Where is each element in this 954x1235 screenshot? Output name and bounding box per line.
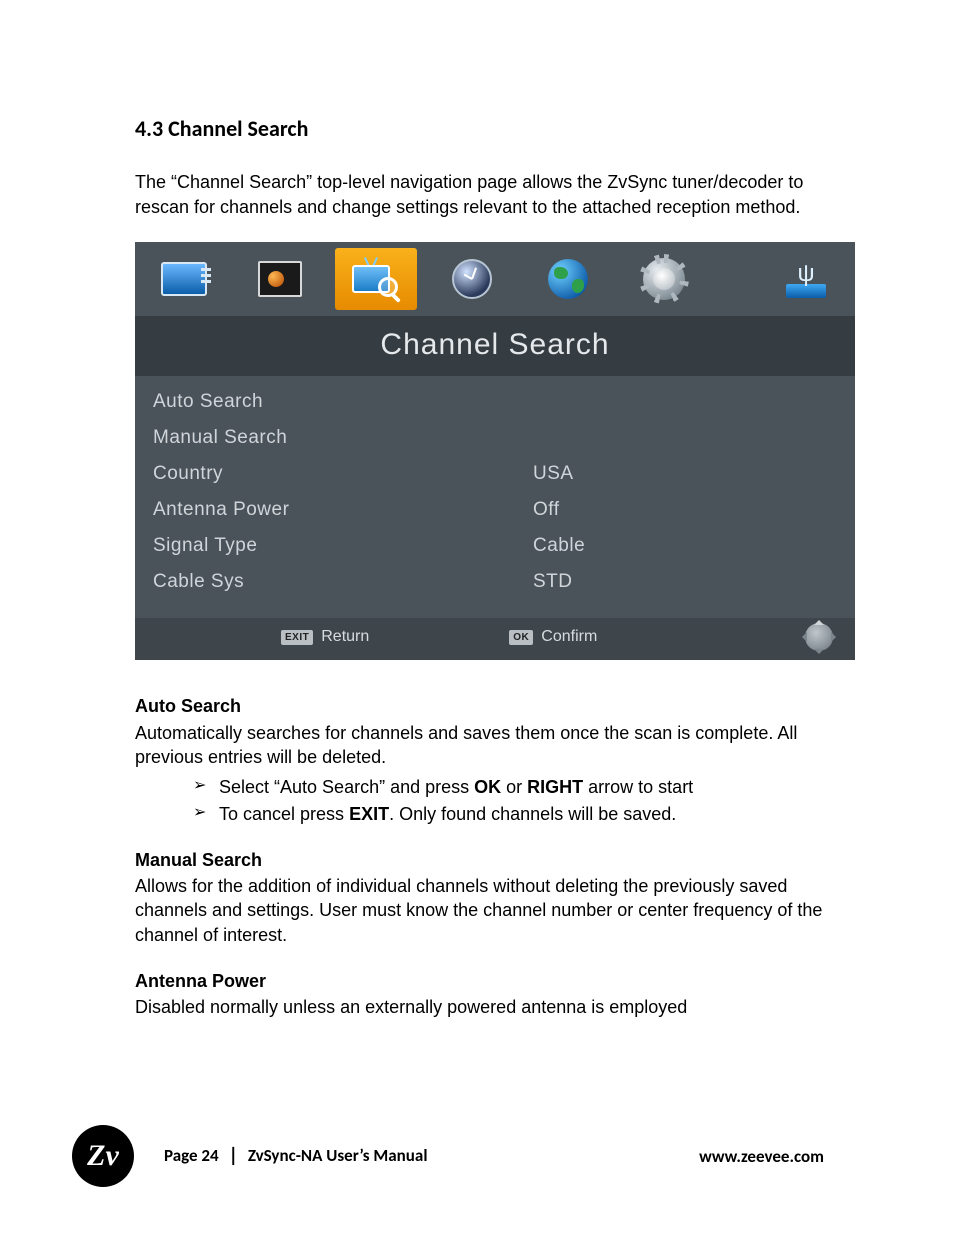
osd-nav-bar: ψ <box>135 242 855 316</box>
clock-icon <box>444 256 500 302</box>
osd-screenshot: ψ Channel Search Auto Search Manual Sear… <box>135 242 855 660</box>
menu-value <box>533 427 837 449</box>
text: Select “Auto Search” and press <box>219 777 474 797</box>
text: To cancel press <box>219 804 349 824</box>
hint-confirm-label: Confirm <box>541 628 597 646</box>
text: . Only found channels will be saved. <box>389 804 676 824</box>
nav-tile-globe[interactable] <box>527 248 609 310</box>
text: or <box>501 777 527 797</box>
intro-paragraph: The “Channel Search” top-level navigatio… <box>135 170 824 220</box>
page-number: Page 24 <box>164 1145 219 1166</box>
menu-label: Auto Search <box>153 391 533 413</box>
menu-item-country[interactable]: Country USA <box>153 456 837 492</box>
subsection-body: Allows for the addition of individual ch… <box>135 874 824 947</box>
image-icon <box>252 256 308 302</box>
text-bold: RIGHT <box>527 777 583 797</box>
menu-value: Cable <box>533 535 837 557</box>
section-antenna-power: Antenna Power Disabled normally unless a… <box>135 969 824 1020</box>
osd-title: Channel Search <box>135 316 855 376</box>
menu-label: Country <box>153 463 533 485</box>
menu-label: Signal Type <box>153 535 533 557</box>
bullet-list: Select “Auto Search” and press OK or RIG… <box>193 775 824 826</box>
osd-menu: Auto Search Manual Search Country USA An… <box>135 376 855 618</box>
section-heading: 4.3 Channel Search <box>135 115 824 142</box>
section-manual-search: Manual Search Allows for the addition of… <box>135 848 824 947</box>
menu-label: Manual Search <box>153 427 533 449</box>
menu-item-antenna-power[interactable]: Antenna Power Off <box>153 492 837 528</box>
zv-logo: Zv <box>72 1125 134 1187</box>
subsection-heading: Antenna Power <box>135 969 824 993</box>
text-bold: EXIT <box>349 804 389 824</box>
gear-icon <box>636 256 692 302</box>
subsection-heading: Manual Search <box>135 848 824 872</box>
nav-tile-settings[interactable] <box>623 248 705 310</box>
subsection-body: Automatically searches for channels and … <box>135 721 824 770</box>
list-item: To cancel press EXIT. Only found channel… <box>193 802 824 826</box>
subsection-heading: Auto Search <box>135 694 824 718</box>
menu-value: USA <box>533 463 837 485</box>
footer-left: Page 24 | ZvSync-NA User’s Manual <box>164 1144 428 1168</box>
nav-tile-clock[interactable] <box>431 248 513 310</box>
exit-badge: EXIT <box>281 630 313 645</box>
hint-confirm: OK Confirm <box>509 628 597 646</box>
text-bold: OK <box>474 777 501 797</box>
page-footer: Zv Page 24 | ZvSync-NA User’s Manual www… <box>0 1125 954 1187</box>
channel-search-icon <box>348 256 404 302</box>
menu-value <box>533 391 837 413</box>
list-item: Select “Auto Search” and press OK or RIG… <box>193 775 824 799</box>
menu-item-signal-type[interactable]: Signal Type Cable <box>153 528 837 564</box>
nav-tile-channel-search[interactable] <box>335 248 417 310</box>
dpad-icon <box>799 617 839 657</box>
hint-return-label: Return <box>321 628 369 646</box>
globe-icon <box>540 256 596 302</box>
section-auto-search: Auto Search Automatically searches for c… <box>135 694 824 825</box>
usb-icon: ψ <box>778 256 834 302</box>
monitor-icon <box>156 256 212 302</box>
menu-value: STD <box>533 571 837 593</box>
menu-item-cable-sys[interactable]: Cable Sys STD <box>153 564 837 600</box>
footer-url: www.zeevee.com <box>699 1146 824 1167</box>
doc-title: ZvSync-NA User’s Manual <box>248 1145 428 1166</box>
hint-return: EXIT Return <box>281 628 369 646</box>
footer-divider: | <box>228 1144 238 1168</box>
osd-hint-bar: EXIT Return OK Confirm <box>135 618 855 660</box>
menu-value: Off <box>533 499 837 521</box>
nav-tile-image[interactable] <box>239 248 321 310</box>
subsection-body: Disabled normally unless an externally p… <box>135 995 824 1019</box>
text: arrow to start <box>583 777 693 797</box>
nav-tile-usb[interactable]: ψ <box>765 248 847 310</box>
menu-item-auto-search[interactable]: Auto Search <box>153 384 837 420</box>
menu-item-manual-search[interactable]: Manual Search <box>153 420 837 456</box>
menu-label: Antenna Power <box>153 499 533 521</box>
nav-tile-monitor[interactable] <box>143 248 225 310</box>
menu-label: Cable Sys <box>153 571 533 593</box>
ok-badge: OK <box>509 630 533 645</box>
